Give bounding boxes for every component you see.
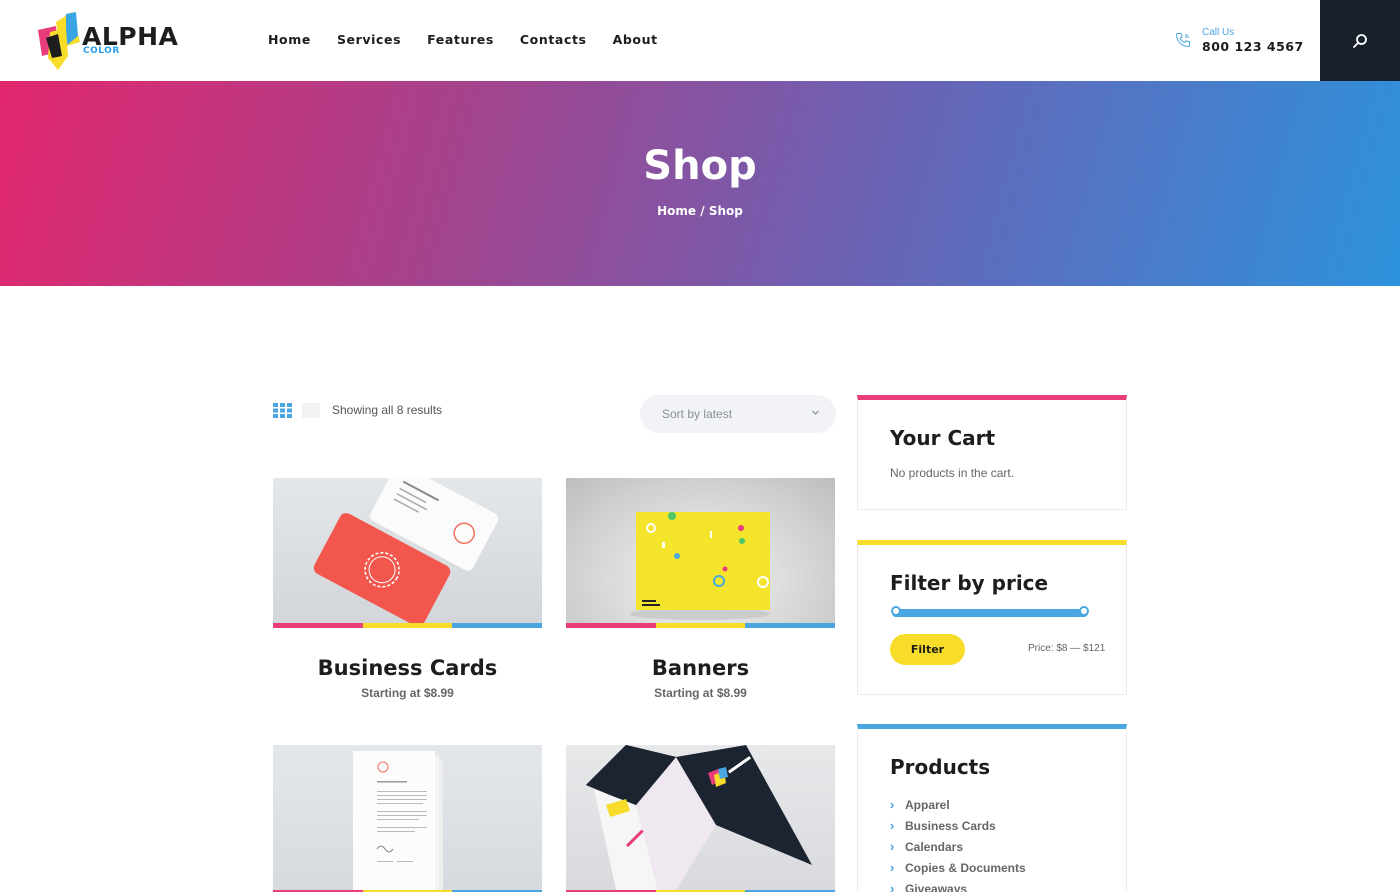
categories-title: Products (890, 755, 991, 779)
page-hero: Shop Home / Shop (0, 81, 1400, 286)
result-count: Showing all 8 results (332, 403, 443, 417)
color-stripe (273, 623, 543, 628)
category-list: › Apparel › Business Cards › Calendars › Cop… (890, 794, 1026, 892)
sort-value: Sort by latest (662, 407, 733, 421)
category-label: Calendars (905, 839, 964, 854)
product-categories-widget: Products › Apparel › Business Cards › Calen… (857, 724, 1127, 892)
category-item[interactable]: › Business Cards (890, 815, 1026, 836)
main-nav: Home Services Features Contacts About (268, 32, 658, 47)
cart-widget: Your Cart No products in the cart. (857, 395, 1127, 510)
product-card[interactable]: Business Cards Starting at $8.99 (273, 478, 543, 700)
category-label: Apparel (905, 797, 950, 812)
breadcrumb-current: Shop (708, 204, 743, 218)
category-item[interactable]: › Apparel (890, 794, 1026, 815)
category-item[interactable]: › Calendars (890, 836, 1026, 857)
breadcrumb-separator: / (696, 204, 709, 218)
logo-sub: COLOR (83, 46, 120, 56)
chevron-right-icon: › (890, 818, 895, 833)
chevron-right-icon: › (890, 797, 895, 812)
category-label: Copies & Documents (905, 860, 1026, 875)
product-image[interactable] (273, 745, 542, 890)
page-title: Shop (643, 143, 757, 189)
product-price: Starting at $8.99 (654, 686, 747, 700)
price-slider-min-handle[interactable] (891, 606, 901, 616)
logo-mark-icon (38, 12, 80, 70)
site-logo[interactable]: ALPHA COLOR (36, 12, 178, 70)
product-name[interactable]: Banners (566, 656, 835, 680)
product-price: Starting at $8.99 (361, 686, 454, 700)
breadcrumb-home[interactable]: Home (657, 204, 696, 218)
site-header: ALPHA COLOR Home Services Features Conta… (0, 0, 1400, 81)
list-view-icon[interactable] (302, 403, 320, 418)
price-slider-track[interactable] (892, 609, 1088, 617)
search-icon (1353, 33, 1367, 48)
nav-services[interactable]: Services (337, 32, 401, 47)
product-image[interactable] (566, 745, 835, 890)
chevron-right-icon: › (890, 839, 895, 854)
product-card[interactable] (273, 745, 543, 892)
cart-empty-text: No products in the cart. (890, 466, 1015, 480)
category-label: Business Cards (905, 818, 996, 833)
sort-select[interactable]: Sort by latest (640, 395, 836, 433)
product-image[interactable] (273, 478, 542, 623)
call-number[interactable]: 800 123 4567 (1202, 39, 1304, 54)
nav-features[interactable]: Features (427, 32, 494, 47)
cart-title: Your Cart (890, 426, 996, 450)
search-button[interactable] (1320, 0, 1400, 81)
color-stripe (566, 623, 836, 628)
price-slider-max-handle[interactable] (1079, 606, 1089, 616)
phone-icon (1175, 33, 1190, 48)
chevron-right-icon: › (890, 860, 895, 875)
chevron-right-icon: › (890, 881, 895, 892)
filter-title: Filter by price (890, 571, 1049, 595)
category-item[interactable]: › Copies & Documents (890, 857, 1026, 878)
category-label: Giveaways (905, 881, 968, 892)
call-label: Call Us (1202, 27, 1235, 38)
product-card[interactable] (566, 745, 836, 892)
product-image[interactable] (566, 478, 835, 623)
nav-contacts[interactable]: Contacts (520, 32, 587, 47)
price-filter-widget: Filter by price Filter Price: $8 — $121 (857, 540, 1127, 695)
nav-about[interactable]: About (613, 32, 658, 47)
grid-view-icon[interactable] (273, 403, 292, 418)
breadcrumb: Home / Shop (0, 204, 1400, 218)
product-card[interactable]: Banners Starting at $8.99 (566, 478, 836, 700)
product-name[interactable]: Business Cards (273, 656, 542, 680)
nav-home[interactable]: Home (268, 32, 311, 47)
price-range-label: Price: $8 — $121 (1028, 643, 1106, 654)
chevron-down-icon (812, 410, 819, 415)
category-item[interactable]: › Giveaways (890, 878, 1026, 892)
filter-button[interactable]: Filter (890, 634, 965, 665)
